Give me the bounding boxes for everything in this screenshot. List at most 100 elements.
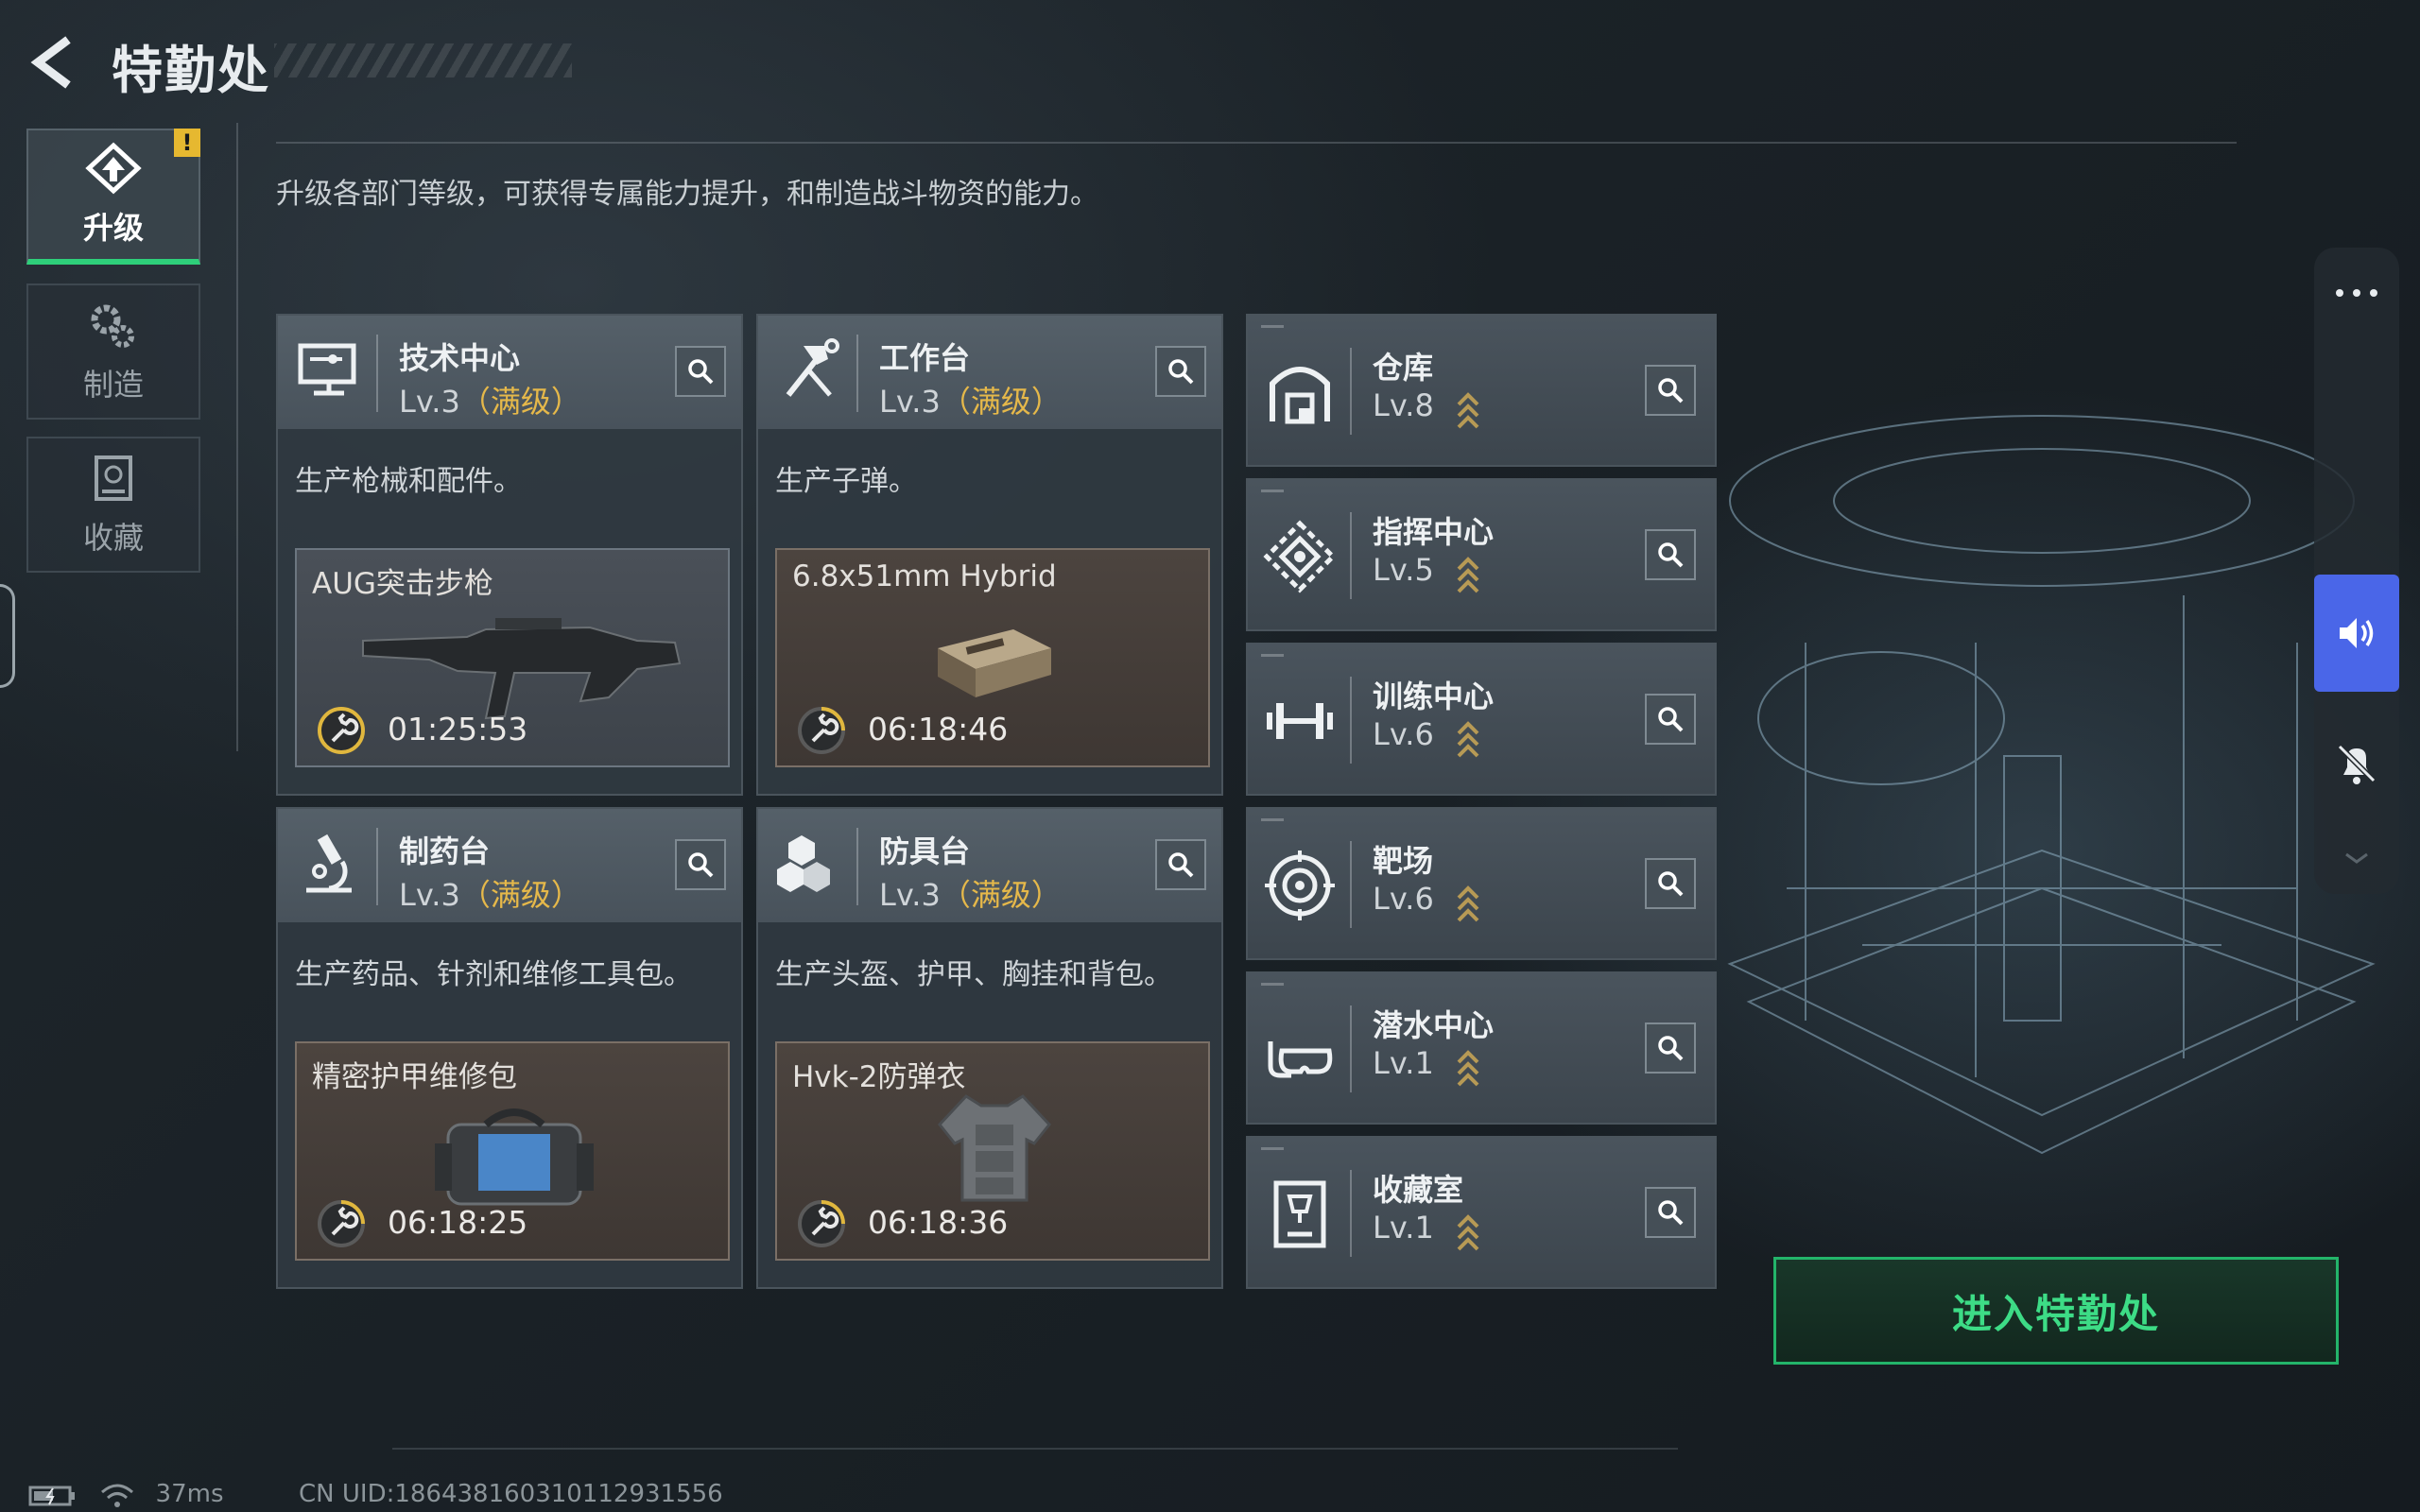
rifle-image: [362, 618, 682, 720]
department-level: Lv.1: [1373, 1210, 1434, 1246]
collection-icon: [95, 455, 132, 501]
wrench-timer-icon: [318, 1200, 365, 1247]
user-uid: CN UID:1864381603101129315​56: [299, 1480, 723, 1508]
enter-button-label: 进入特勤处: [1951, 1290, 2160, 1337]
production-slot[interactable]: Hvk-2防弹衣 06:18:36: [775, 1041, 1210, 1261]
corner-mark: [1261, 654, 1284, 657]
department-warehouse[interactable]: 仓库 Lv.8: [1246, 314, 1717, 467]
search-button[interactable]: [1645, 1187, 1696, 1238]
item-name: AUG突击步枪: [312, 567, 493, 601]
divider-vertical: [236, 123, 238, 751]
production-slot[interactable]: AUG突击步枪 01:25:53: [295, 548, 730, 767]
department-name: 仓库: [1373, 350, 1434, 386]
more-options-icon[interactable]: [2314, 263, 2399, 319]
corner-mark: [1261, 1147, 1284, 1150]
card-title: 制药台: [399, 833, 491, 869]
speaker-icon: [2340, 618, 2374, 648]
wrench-timer-icon: [798, 707, 845, 754]
boxes-icon: [777, 835, 830, 892]
department-diving-center[interactable]: 潜水中心 Lv.1: [1246, 971, 1717, 1125]
item-name: 6.8x51mm Hybrid: [792, 559, 1057, 593]
nav-label-collection: 收藏: [82, 520, 144, 556]
search-button[interactable]: [1645, 365, 1696, 416]
production-card-armor-bench[interactable]: 防具台 Lv.3（满级） 生产头盔、护甲、胸挂和背包。 Hvk-2防弹衣 06:…: [756, 807, 1223, 1289]
wifi-icon: [101, 1484, 134, 1507]
department-level: Lv.8: [1373, 387, 1434, 423]
search-icon: [1658, 707, 1684, 732]
bell-off-icon: [2337, 744, 2377, 784]
row-separator: [1350, 512, 1352, 599]
level-value: Lv.3: [399, 384, 460, 420]
nav-tab-upgrade[interactable]: ! 升级: [26, 129, 200, 265]
search-button[interactable]: [675, 346, 726, 397]
sound-toggle-button[interactable]: [2314, 575, 2399, 692]
wrench-timer-icon: [318, 707, 365, 754]
search-icon: [688, 852, 714, 878]
diving-mask-icon: [1268, 1041, 1333, 1078]
header-separator: [856, 828, 858, 905]
gears-icon: [91, 304, 134, 348]
search-icon: [1658, 871, 1684, 897]
search-button[interactable]: [1645, 694, 1696, 745]
target-icon: [1265, 850, 1335, 920]
production-card-pharmacy[interactable]: 制药台 Lv.3（满级） 生产药品、针剂和维修工具包。 精密护甲维修包 06:1…: [276, 807, 743, 1289]
search-button[interactable]: [1645, 1022, 1696, 1074]
battery-charging-icon: [28, 1486, 75, 1505]
search-button[interactable]: [675, 839, 726, 890]
department-collection-room[interactable]: 收藏室 Lv.1: [1246, 1136, 1717, 1289]
enter-special-ops-button[interactable]: 进入特勤处: [1773, 1257, 2339, 1365]
search-button[interactable]: [1155, 839, 1206, 890]
department-name: 指挥中心: [1373, 514, 1495, 550]
header-separator: [376, 335, 378, 412]
production-card-tech-center[interactable]: 技术中心 Lv.3（满级） 生产枪械和配件。 AUG突击步枪 01:25:53: [276, 314, 743, 796]
department-level: Lv.1: [1373, 1045, 1434, 1081]
level-value: Lv.3: [879, 384, 941, 420]
command-icon: [1263, 520, 1337, 593]
collapse-toolbar-button[interactable]: [2314, 832, 2399, 885]
card-level: Lv.3（满级）: [879, 871, 1062, 915]
side-drawer-handle[interactable]: [0, 584, 15, 688]
header-separator: [376, 828, 378, 905]
row-separator: [1350, 1170, 1352, 1257]
production-card-workbench[interactable]: 工作台 Lv.3（满级） 生产子弹。 6.8x51mm Hybrid 06:18…: [756, 314, 1223, 796]
department-command-center[interactable]: 指挥中心 Lv.5: [1246, 478, 1717, 631]
level-value: Lv.3: [879, 877, 941, 913]
row-separator: [1350, 1005, 1352, 1092]
ammo-box-image: [938, 629, 1051, 697]
corner-mark: [1261, 818, 1284, 821]
nav-label-upgrade: 升级: [82, 210, 144, 246]
row-separator: [1350, 348, 1352, 435]
trophy-case-icon: [1273, 1180, 1326, 1248]
search-button[interactable]: [1645, 858, 1696, 909]
production-slot[interactable]: 精密护甲维修包 06:18:25: [295, 1041, 730, 1261]
card-description: 生产药品、针剂和维修工具包。: [295, 958, 692, 991]
network-status: 37ms: [28, 1480, 224, 1509]
card-level: Lv.3（满级）: [399, 871, 581, 915]
search-icon: [1658, 378, 1684, 404]
production-slot[interactable]: 6.8x51mm Hybrid 06:18:46: [775, 548, 1210, 767]
divider-horizontal: [276, 142, 2237, 144]
row-separator: [1350, 677, 1352, 764]
wrench-timer-icon: [798, 1200, 845, 1247]
department-shooting-range[interactable]: 靶场 Lv.6: [1246, 807, 1717, 960]
upgrade-chevron-icon: [1457, 1214, 1479, 1251]
nav-label-craft: 制造: [82, 367, 144, 403]
notification-mute-button[interactable]: [2314, 726, 2399, 801]
search-button[interactable]: [1645, 529, 1696, 580]
search-icon: [1168, 852, 1194, 878]
row-separator: [1350, 841, 1352, 928]
chevron-down-icon: [2345, 852, 2368, 864]
nav-tab-collection[interactable]: 收藏: [26, 437, 200, 573]
card-description: 生产子弹。: [775, 465, 917, 498]
max-level-tag: （满级）: [459, 384, 581, 420]
search-icon: [1658, 1036, 1684, 1061]
card-title: 防具台: [879, 833, 971, 869]
card-level: Lv.3（满级）: [399, 378, 581, 421]
department-training-center[interactable]: 训练中心 Lv.6: [1246, 643, 1717, 796]
card-title: 工作台: [879, 340, 971, 376]
back-arrow-icon[interactable]: [26, 34, 83, 91]
nav-tab-craft[interactable]: 制造: [26, 284, 200, 420]
search-icon: [1658, 542, 1684, 568]
repair-kit-bag-image: [435, 1108, 594, 1206]
search-button[interactable]: [1155, 346, 1206, 397]
